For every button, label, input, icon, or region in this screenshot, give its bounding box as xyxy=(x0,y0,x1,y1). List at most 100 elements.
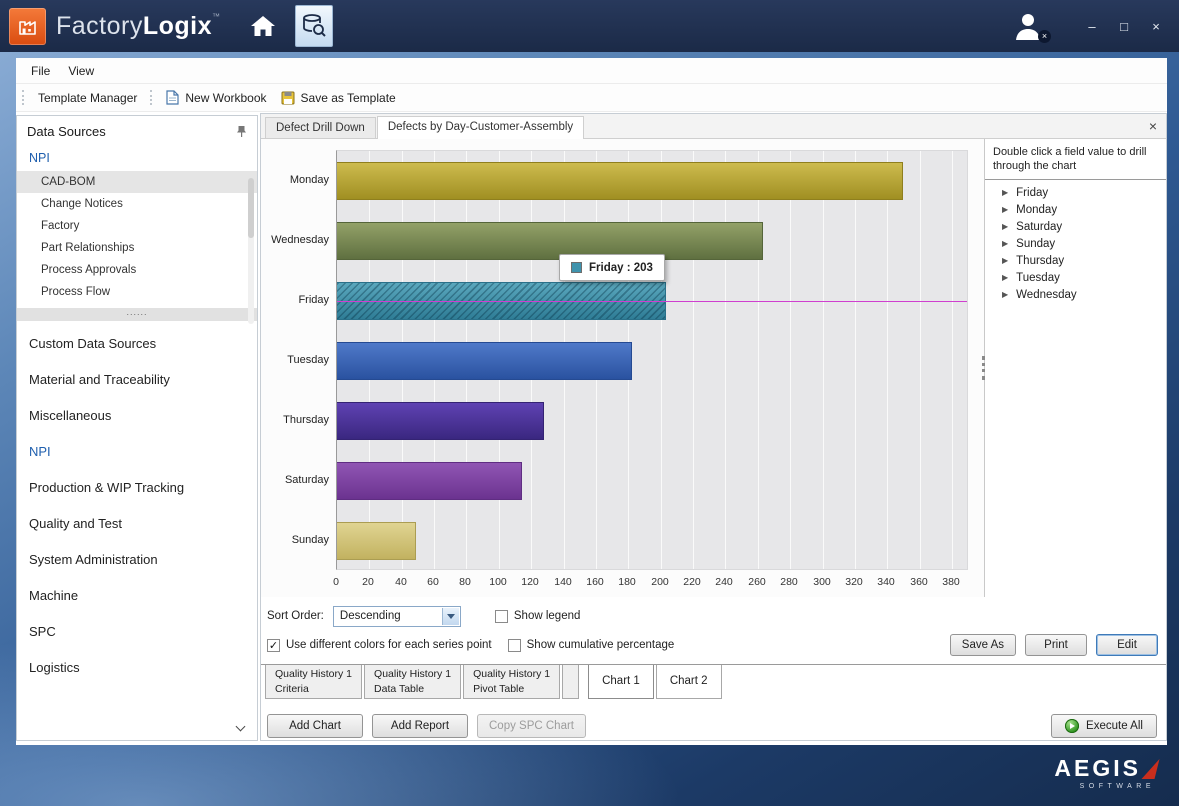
aegis-brand-text: AEGIS xyxy=(1054,757,1141,780)
gridline xyxy=(725,151,726,569)
expand-arrow-icon[interactable]: ▶ xyxy=(1002,291,1008,299)
factorylogix-logo-icon xyxy=(9,8,46,45)
drill-item-friday[interactable]: ▶Friday xyxy=(993,185,1158,202)
drill-item-tuesday[interactable]: ▶Tuesday xyxy=(993,270,1158,287)
sidebar-item-process-approvals[interactable]: Process Approvals xyxy=(17,259,257,281)
sheet-tab-quality-history-1-criteria[interactable]: Quality History 1Criteria xyxy=(265,665,362,699)
data-analysis-icon[interactable] xyxy=(295,5,333,47)
sidebar-item-factory[interactable]: Factory xyxy=(17,215,257,237)
close-tab-icon[interactable]: × xyxy=(1149,119,1157,133)
sheet-tab-chart-1[interactable]: Chart 1 xyxy=(588,665,654,699)
x-tick-label: 160 xyxy=(586,576,604,588)
add-chart-button[interactable]: Add Chart xyxy=(267,714,363,738)
execute-all-button[interactable]: Execute All xyxy=(1051,714,1157,738)
drill-item-saturday[interactable]: ▶ Saturday xyxy=(993,219,1158,236)
sidebar-category-custom-data-sources[interactable]: Custom Data Sources xyxy=(17,326,257,362)
bar-tuesday[interactable] xyxy=(337,342,632,380)
x-tick-label: 100 xyxy=(489,576,507,588)
sidebar-category-system-administration[interactable]: System Administration xyxy=(17,542,257,578)
add-report-button[interactable]: Add Report xyxy=(372,714,468,738)
sheet-tab-spacer[interactable] xyxy=(562,665,579,699)
checkbox-box[interactable] xyxy=(495,610,508,623)
expand-arrow-icon[interactable]: ▶ xyxy=(1002,257,1008,265)
sidebar-category-quality-and-test[interactable]: Quality and Test xyxy=(17,506,257,542)
expand-arrow-icon[interactable]: ▶ xyxy=(1002,206,1008,214)
sidebar-category-npi[interactable]: NPI xyxy=(17,434,257,470)
chart-options-row-1: Sort Order: Descending Show legend xyxy=(267,605,1158,627)
sidebar-item-cad-bom[interactable]: CAD-BOM xyxy=(17,171,257,193)
expand-arrow-icon[interactable]: ▶ xyxy=(1002,240,1008,248)
data-sources-panel: Data Sources NPI CAD-BOMChange NoticesFa… xyxy=(16,115,258,741)
bar-monday[interactable] xyxy=(337,162,903,200)
sidebar-splitter-handle[interactable]: ...... xyxy=(17,308,257,321)
sheet-tab-sublabel: Criteria xyxy=(275,682,352,697)
sidebar-item-change-notices[interactable]: Change Notices xyxy=(17,193,257,215)
menu-item-file[interactable]: File xyxy=(22,61,59,81)
sidebar-category-miscellaneous[interactable]: Miscellaneous xyxy=(17,398,257,434)
minimize-button[interactable]: – xyxy=(1085,19,1099,34)
sort-order-dropdown[interactable]: Descending xyxy=(333,606,461,627)
home-icon[interactable] xyxy=(245,8,281,44)
sidebar-category-logistics[interactable]: Logistics xyxy=(17,650,257,686)
splitter-handle-icon[interactable] xyxy=(982,356,985,380)
new-workbook-button[interactable]: New Workbook xyxy=(159,87,273,108)
expand-arrow-icon[interactable]: ▶ xyxy=(1002,274,1008,282)
bar-sunday[interactable] xyxy=(337,522,416,560)
doc-tab-defects-by-day-customer-assembly[interactable]: Defects by Day-Customer-Assembly xyxy=(377,116,584,139)
aegis-software-text: SOFTWARE xyxy=(1054,783,1157,790)
scrollbar-thumb[interactable] xyxy=(248,178,254,238)
checkbox-box-checked[interactable]: ✓ xyxy=(267,639,280,652)
gridline xyxy=(823,151,824,569)
x-tick-label: 200 xyxy=(651,576,669,588)
drill-item-sunday[interactable]: ▶Sunday xyxy=(993,236,1158,253)
x-tick-label: 260 xyxy=(748,576,766,588)
sheet-tab-quality-history-1-data-table[interactable]: Quality History 1Data Table xyxy=(364,665,461,699)
show-cumulative-checkbox[interactable]: Show cumulative percentage xyxy=(508,639,675,652)
maximize-button[interactable]: □ xyxy=(1117,19,1131,34)
show-legend-checkbox[interactable]: Show legend xyxy=(495,610,581,623)
template-manager-button[interactable]: Template Manager xyxy=(31,88,144,108)
close-button[interactable]: × xyxy=(1149,19,1163,34)
pin-icon[interactable] xyxy=(236,125,247,138)
sidebar-group-npi[interactable]: NPI xyxy=(17,146,257,171)
sidebar-category-material-and-traceability[interactable]: Material and Traceability xyxy=(17,362,257,398)
drill-item-label: Saturday xyxy=(1016,221,1062,233)
bar-thursday[interactable] xyxy=(337,402,544,440)
template-manager-label: Template Manager xyxy=(38,91,137,105)
bar-saturday[interactable] xyxy=(337,462,522,500)
sidebar-item-process-flow[interactable]: Process Flow xyxy=(17,281,257,303)
edit-button[interactable]: Edit xyxy=(1096,634,1158,656)
save-template-icon xyxy=(281,91,295,105)
drill-item-wednesday[interactable]: ▶Wednesday xyxy=(993,287,1158,304)
sidebar-category-machine[interactable]: Machine xyxy=(17,578,257,614)
dropdown-button[interactable] xyxy=(442,608,459,625)
gridline xyxy=(887,151,888,569)
drill-item-monday[interactable]: ▶Monday xyxy=(993,202,1158,219)
sidebar-category-spc[interactable]: SPC xyxy=(17,614,257,650)
save-as-template-button[interactable]: Save as Template xyxy=(274,88,403,108)
print-button[interactable]: Print xyxy=(1025,634,1087,656)
sheet-tab-chart-2[interactable]: Chart 2 xyxy=(656,665,722,699)
checkbox-box[interactable] xyxy=(508,639,521,652)
window-content: FileView Template Manager New Workbook xyxy=(16,58,1167,745)
bar-wednesday[interactable] xyxy=(337,222,763,260)
user-logout-icon[interactable]: × xyxy=(1012,10,1046,42)
expand-arrow-icon[interactable]: ▶ xyxy=(1002,223,1008,231)
x-tick-label: 40 xyxy=(395,576,407,588)
sidebar-item-part-relationships[interactable]: Part Relationships xyxy=(17,237,257,259)
scroll-down-chevron-icon[interactable] xyxy=(232,721,248,735)
drill-item-thursday[interactable]: ▶Thursday xyxy=(993,253,1158,270)
brand-factory: Factory xyxy=(56,12,143,40)
menu-item-view[interactable]: View xyxy=(59,61,103,81)
doc-tab-defect-drill-down[interactable]: Defect Drill Down xyxy=(265,117,376,138)
category-label-wednesday: Wednesday xyxy=(261,234,329,246)
expand-arrow-icon[interactable]: ▶ xyxy=(1002,189,1008,197)
sidebar-mini-scrollbar[interactable] xyxy=(248,178,254,324)
gridline xyxy=(661,151,662,569)
gridline xyxy=(920,151,921,569)
save-as-button[interactable]: Save As xyxy=(950,634,1016,656)
sidebar-category-production-wip-tracking[interactable]: Production & WIP Tracking xyxy=(17,470,257,506)
use-different-colors-checkbox[interactable]: ✓ Use different colors for each series p… xyxy=(267,639,492,652)
sheet-tab-quality-history-1-pivot-table[interactable]: Quality History 1Pivot Table xyxy=(463,665,560,699)
bar-chart-plot[interactable]: Friday : 203 xyxy=(336,150,968,570)
